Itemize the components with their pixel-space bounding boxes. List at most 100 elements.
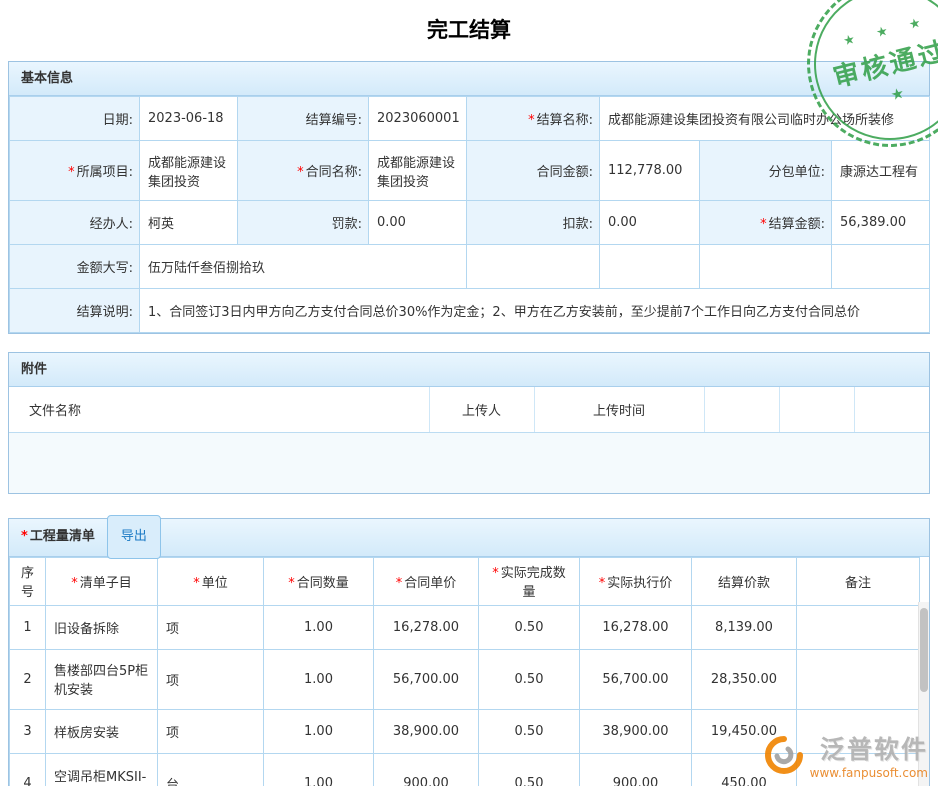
subcontractor-label: 分包单位: — [700, 141, 832, 201]
price-cell: 38,900.00 — [374, 709, 479, 753]
basic-row-5: 结算说明: 1、合同签订3日内甲方向乙方支付合同总价30%作为定金；2、甲方在乙… — [10, 289, 930, 333]
contract-amount-value: 112,778.00 — [600, 141, 700, 201]
seq-cell: 2 — [10, 649, 46, 709]
empty-cell — [700, 245, 832, 289]
col-label: 合同数量 — [297, 576, 349, 591]
boq-title: *工程量清单 — [21, 520, 95, 554]
boq-row: 4 空调吊柜MKSII-100D-4R 台 1.00 900.00 0.50 9… — [10, 753, 920, 786]
penalty-label: 罚款: — [238, 201, 369, 245]
field-label: 合同名称: — [306, 165, 362, 180]
exec-price-cell: 900.00 — [580, 753, 692, 786]
remark-cell — [797, 649, 920, 709]
scrollbar-thumb[interactable] — [920, 608, 928, 692]
amount-words-label: 金额大写: — [10, 245, 140, 289]
date-label: 日期: — [10, 97, 140, 141]
required-marker: * — [193, 576, 200, 591]
exec-price-cell: 56,700.00 — [580, 649, 692, 709]
required-marker: * — [21, 529, 28, 544]
required-marker: * — [599, 576, 606, 591]
col-contract-qty: *合同数量 — [264, 557, 374, 605]
col-label: 实际执行价 — [607, 576, 672, 591]
col-settle-amount: 结算价款 — [692, 557, 797, 605]
exec-price-cell: 38,900.00 — [580, 709, 692, 753]
col-empty — [704, 387, 779, 432]
unit-cell: 台 — [158, 753, 264, 786]
col-label: 单位 — [202, 576, 228, 591]
boq-row: 3 样板房安装 项 1.00 38,900.00 0.50 38,900.00 … — [10, 709, 920, 753]
exec-price-cell: 16,278.00 — [580, 605, 692, 649]
boq-titlebar: *工程量清单 导出 — [9, 519, 929, 557]
item-cell: 空调吊柜MKSII-100D-4R — [46, 753, 158, 786]
col-uploader: 上传人 — [429, 387, 534, 432]
field-label: 结算名称: — [537, 113, 593, 128]
basic-row-3: 经办人: 柯英 罚款: 0.00 扣款: 0.00 *结算金额: 56,389.… — [10, 201, 930, 245]
attachments-panel: 附件 文件名称 上传人 上传时间 — [8, 352, 930, 494]
settlement-amount-value: 56,389.00 — [832, 201, 930, 245]
required-marker: * — [492, 566, 499, 581]
col-empty — [854, 387, 929, 432]
col-upload-time: 上传时间 — [534, 387, 704, 432]
item-cell: 旧设备拆除 — [46, 605, 158, 649]
settlement-name-label: *结算名称: — [467, 97, 600, 141]
handler-value: 柯英 — [140, 201, 238, 245]
settlement-no-label: 结算编号: — [238, 97, 369, 141]
boq-table: 序号 *清单子目 *单位 *合同数量 *合同单价 *实际完成数量 *实际执行价 … — [9, 557, 920, 786]
boq-row: 1 旧设备拆除 项 1.00 16,278.00 0.50 16,278.00 … — [10, 605, 920, 649]
export-button[interactable]: 导出 — [107, 515, 161, 559]
attachments-table: 文件名称 上传人 上传时间 — [9, 387, 929, 433]
col-item: *清单子目 — [46, 557, 158, 605]
col-remark: 备注 — [797, 557, 920, 605]
settlement-name-value: 成都能源建设集团投资有限公司临时办公场所装修 — [600, 97, 930, 141]
item-cell: 售楼部四台5P柜机安装 — [46, 649, 158, 709]
price-cell: 16,278.00 — [374, 605, 479, 649]
col-empty — [779, 387, 854, 432]
field-label: 结算金额: — [769, 217, 825, 232]
boq-header-row: 序号 *清单子目 *单位 *合同数量 *合同单价 *实际完成数量 *实际执行价 … — [10, 557, 920, 605]
attachments-header: 附件 — [9, 353, 929, 387]
remark-cell — [797, 605, 920, 649]
contract-name-value: 成都能源建设集团投资 — [369, 141, 467, 201]
empty-cell — [832, 245, 930, 289]
price-cell: 900.00 — [374, 753, 479, 786]
seq-cell: 4 — [10, 753, 46, 786]
settle-cell: 8,139.00 — [692, 605, 797, 649]
settlement-note-label: 结算说明: — [10, 289, 140, 333]
col-contract-price: *合同单价 — [374, 557, 479, 605]
settle-cell: 450.00 — [692, 753, 797, 786]
col-unit: *单位 — [158, 557, 264, 605]
required-marker: * — [760, 217, 767, 232]
settlement-no-value: 2023060001 — [369, 97, 467, 141]
remark-cell — [797, 709, 920, 753]
col-label: 清单子目 — [80, 576, 132, 591]
attachments-header-row: 文件名称 上传人 上传时间 — [9, 387, 929, 432]
attachments-title: 附件 — [21, 353, 47, 387]
vertical-scrollbar[interactable] — [918, 602, 929, 786]
basic-info-panel: 基本信息 日期: 2023-06-18 结算编号: 2023060001 *结算… — [8, 61, 930, 334]
col-seq: 序号 — [10, 557, 46, 605]
page-title: 完工结算 — [0, 0, 938, 61]
boq-panel: *工程量清单 导出 序号 *清单子目 *单位 *合同数量 *合同单价 *实际完成… — [8, 518, 930, 786]
contract-name-label: *合同名称: — [238, 141, 369, 201]
remark-cell — [797, 753, 920, 786]
col-label: 实际完成数量 — [501, 566, 566, 600]
unit-cell: 项 — [158, 649, 264, 709]
done-qty-cell: 0.50 — [479, 649, 580, 709]
project-value: 成都能源建设集团投资 — [140, 141, 238, 201]
done-qty-cell: 0.50 — [479, 605, 580, 649]
qty-cell: 1.00 — [264, 605, 374, 649]
item-cell: 样板房安装 — [46, 709, 158, 753]
basic-info-header: 基本信息 — [9, 62, 929, 96]
required-marker: * — [297, 165, 304, 180]
amount-words-value: 伍万陆仟叁佰捌拾玖 — [140, 245, 467, 289]
settle-cell: 19,450.00 — [692, 709, 797, 753]
basic-row-4: 金额大写: 伍万陆仟叁佰捌拾玖 — [10, 245, 930, 289]
required-marker: * — [396, 576, 403, 591]
done-qty-cell: 0.50 — [479, 753, 580, 786]
qty-cell: 1.00 — [264, 753, 374, 786]
qty-cell: 1.00 — [264, 649, 374, 709]
unit-cell: 项 — [158, 709, 264, 753]
settle-cell: 28,350.00 — [692, 649, 797, 709]
required-marker: * — [528, 113, 535, 128]
seq-cell: 3 — [10, 709, 46, 753]
attachments-empty-area — [9, 433, 929, 493]
